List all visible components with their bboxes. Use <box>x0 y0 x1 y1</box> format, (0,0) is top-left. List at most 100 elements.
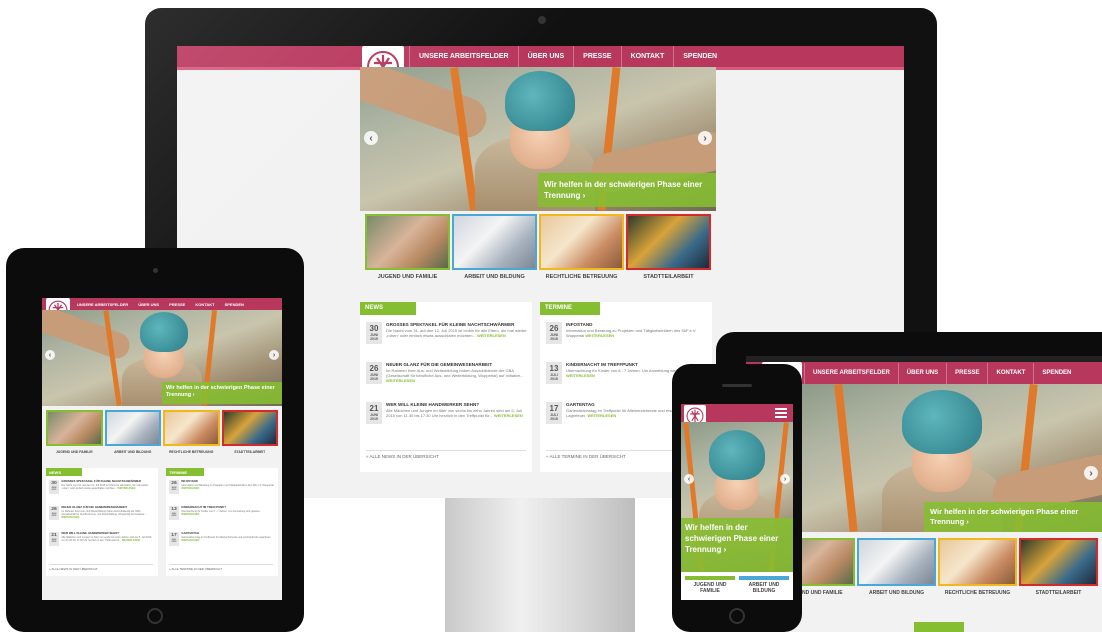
read-more-link[interactable]: WEITERLESEN <box>477 333 506 338</box>
read-more-link[interactable]: WEITERLESEN <box>118 487 136 490</box>
tablet-category-label-2[interactable]: RECHTLICHE BETREUUNG <box>163 450 220 454</box>
read-more-link[interactable]: WEITERLESEN <box>585 333 614 338</box>
landscape-next-button[interactable]: › <box>1084 466 1098 480</box>
tablet-next-button[interactable]: › <box>269 350 279 360</box>
date-badge: 21 JUNI 2015 <box>49 532 59 546</box>
phone-hero-caption[interactable]: Wir helfen in der schwierigen Phase eine… <box>681 518 793 572</box>
chevron-right-icon: › <box>272 351 276 359</box>
nav-ueber-uns[interactable]: ÜBER UNS <box>517 46 574 67</box>
desktop-category-label-0[interactable]: JUGEND UND FAMILIE <box>365 274 450 280</box>
read-more-link[interactable]: WEITERLESEN <box>181 539 199 542</box>
read-more-link[interactable]: WEITERLESEN <box>386 378 415 383</box>
desktop-category-tile-2[interactable] <box>539 214 624 270</box>
tablet-category-tile-1[interactable] <box>104 410 161 446</box>
tablet-category-label-1[interactable]: ARBEIT UND BILDUNG <box>105 450 162 454</box>
prev-slide-button[interactable]: ‹ <box>364 131 378 145</box>
desktop-category-label-2[interactable]: RECHTLICHE BETREUUNG <box>539 274 624 280</box>
date-badge: 21 JUNI 2015 <box>366 402 382 424</box>
date-badge: 17 JULI 2015 <box>169 532 179 546</box>
desktop-category-label-1[interactable]: ARBEIT UND BILDUNG <box>452 274 537 280</box>
desktop-category-tile-1[interactable] <box>452 214 537 270</box>
item-text: Die Nacht vom 31. auf den 12. Juli 2015 … <box>61 483 149 490</box>
tablet-portrait: UNSERE ARBEITSFELDER ÜBER UNS PRESSE KON… <box>6 248 304 632</box>
nav-kontakt[interactable]: KONTAKT <box>620 46 674 67</box>
read-more-link[interactable]: WEITERLESEN <box>494 413 523 418</box>
item-title: GROSSES SPEKTAKEL FÜR KLEINE NACHTSCHWÄR… <box>386 322 515 327</box>
desktop-category-tile-0[interactable] <box>365 214 450 270</box>
desktop-news-item-1[interactable]: 26 JUNI 2015 NEUER GLANZ FÜR DIE GEMEINWESE… <box>366 362 528 402</box>
desktop-category-tile-3[interactable] <box>626 214 711 270</box>
landscape-category-tile-3[interactable] <box>1019 538 1098 586</box>
tablet-category-label-3[interactable]: STADTTEILARBEIT <box>222 450 279 454</box>
chevron-left-icon: ‹ <box>369 132 373 144</box>
item-text: Die Nacht vom 31. auf den 12. Juli 2015 … <box>386 328 527 338</box>
tablet-category-tile-2[interactable] <box>163 410 220 446</box>
item-text: Information und Beratung zu Projekten un… <box>181 483 274 490</box>
read-more-link[interactable]: WEITERLESEN <box>587 413 616 418</box>
tablet-hero: ‹ › Wir helfen in der schwierigen Phase … <box>42 310 282 406</box>
phone-screen: ‹ › Wir helfen in der schwierigen Phase … <box>681 404 793 600</box>
landscape-category-tile-1[interactable] <box>857 538 936 586</box>
landscape-nav-spenden[interactable]: SPENDEN <box>1033 362 1079 384</box>
landscape-nav-presse[interactable]: PRESSE <box>946 362 987 384</box>
landscape-category-tile-2[interactable] <box>938 538 1017 586</box>
desktop-news-item-2[interactable]: 21 JUNI 2015 WER WILL KLEINE HANDWERKER SEH… <box>366 402 528 442</box>
phone-category-arbeit[interactable]: ARBEIT UND BILDUNG <box>739 582 789 594</box>
date-badge: 26 JUNI 2015 <box>49 506 59 520</box>
tablet-news-item-1[interactable]: 26 JUNI 2015 NEUER GLANZ FÜR DIE GEMEINWESE… <box>49 505 155 532</box>
tablet-nav-ueber-uns[interactable]: ÜBER UNS <box>133 302 164 307</box>
landscape-nav-ueber-uns[interactable]: ÜBER UNS <box>897 362 946 384</box>
tablet-nav-kontakt[interactable]: KONTAKT <box>190 302 219 307</box>
tablet-nav-unsere-arbeitsfelder[interactable]: UNSERE ARBEITSFELDER <box>72 302 133 307</box>
landscape-main-nav: UNSERE ARBEITSFELDER ÜBER UNS PRESSE KON… <box>804 362 1079 384</box>
item-text: Übernachtung für Kinder von 6 - 7 Jahren… <box>181 509 261 516</box>
read-more-link[interactable]: WEITERLESEN <box>181 513 199 516</box>
tablet-news-box: NEWS 30 JUNI 2015 GROSSES SPEKTAKEL FÜR KLE… <box>46 468 158 576</box>
tablet-all-termine-link[interactable]: » ALLE TERMINE IN DER ÜBERSICHT <box>169 564 273 571</box>
landscape-hero-caption[interactable]: Wir helfen in der schwierigen Phase eine… <box>924 502 1102 532</box>
read-more-link[interactable]: WEITERLESEN <box>181 487 199 490</box>
home-button <box>147 608 163 624</box>
tablet-all-news-link[interactable]: » ALLE NEWS IN DER ÜBERSICHT <box>49 564 153 571</box>
date-badge: 17 JULI 2015 <box>546 402 562 424</box>
tablet-hero-caption[interactable]: Wir helfen in der schwierigen Phase eine… <box>162 382 282 404</box>
hamburger-menu-icon[interactable] <box>775 408 787 418</box>
tablet-category-tile-3[interactable] <box>221 410 278 446</box>
landscape-category-label-2[interactable]: RECHTLICHE BETREUUNG <box>938 590 1017 596</box>
desktop-termine-item-0[interactable]: 26 JUNI 2015 INFOSTAND Information und Berat… <box>546 322 708 362</box>
tablet-category-label-0[interactable]: JUGEND UND FAMILIE <box>46 450 103 454</box>
tablet-nav-spenden[interactable]: SPENDEN <box>220 302 249 307</box>
termine-heading: TERMINE <box>540 302 600 315</box>
read-more-link[interactable]: WEITERLESEN <box>61 516 79 519</box>
nav-presse[interactable]: PRESSE <box>573 46 620 67</box>
tablet-news-item-2[interactable]: 21 JUNI 2015 WER WILL KLEINE HANDWERKER SEH… <box>49 531 155 558</box>
chevron-right-icon: › <box>783 475 787 483</box>
tablet-termine-item-2[interactable]: 17 JULI 2015 GARTENTAG Gartenaktionstag im T… <box>169 531 275 558</box>
landscape-category-label-3[interactable]: STADTTEILARBEIT <box>1019 590 1098 596</box>
read-more-link[interactable]: WEITERLESEN <box>122 539 140 542</box>
item-text: Im Rahmen ihrer Aus- und Weiterbildung h… <box>61 509 147 519</box>
main-nav: UNSERE ARBEITSFELDER ÜBER UNS PRESSE KON… <box>409 46 726 67</box>
all-news-link[interactable]: » ALLE NEWS IN DER ÜBERSICHT <box>366 450 526 459</box>
tablet-screen: UNSERE ARBEITSFELDER ÜBER UNS PRESSE KON… <box>42 298 282 600</box>
phone-prev-button[interactable]: ‹ <box>684 474 694 484</box>
phone-category-jugend[interactable]: JUGEND UND FAMILIE <box>685 582 735 594</box>
landscape-category-label-1[interactable]: ARBEIT UND BILDUNG <box>857 590 936 596</box>
landscape-nav-kontakt[interactable]: KONTAKT <box>987 362 1033 384</box>
tablet-nav-presse[interactable]: PRESSE <box>164 302 190 307</box>
hero-caption[interactable]: Wir helfen in der schwierigen Phase eine… <box>538 173 716 207</box>
tablet-termine-item-0[interactable]: 26 JUNI 2015 INFOSTAND Information und Berat… <box>169 479 275 506</box>
read-more-link[interactable]: WEITERLESEN <box>566 373 595 378</box>
nav-spenden[interactable]: SPENDEN <box>673 46 726 67</box>
tablet-termine-item-1[interactable]: 13 JULI 2015 KINDERNACHT IM TREFFPUNKT Übern… <box>169 505 275 532</box>
nav-unsere-arbeitsfelder[interactable]: UNSERE ARBEITSFELDER <box>409 46 518 67</box>
next-slide-button[interactable]: › <box>698 131 712 145</box>
desktop-category-label-3[interactable]: STADTTEILARBEIT <box>626 274 711 280</box>
desktop-news-item-0[interactable]: 30 JUNI 2015 GROSSES SPEKTAKEL FÜR KLEINE N… <box>366 322 528 362</box>
item-text: Alle Mädchen und Jungen im Alter von sec… <box>386 408 523 418</box>
tablet-category-tile-0[interactable] <box>46 410 103 446</box>
landscape-nav-unsere-arbeitsfelder[interactable]: UNSERE ARBEITSFELDER <box>804 362 898 384</box>
tablet-prev-button[interactable]: ‹ <box>45 350 55 360</box>
phone-next-button[interactable]: › <box>780 474 790 484</box>
tablet-news-item-0[interactable]: 30 JUNI 2015 GROSSES SPEKTAKEL FÜR KLEINE N… <box>49 479 155 506</box>
